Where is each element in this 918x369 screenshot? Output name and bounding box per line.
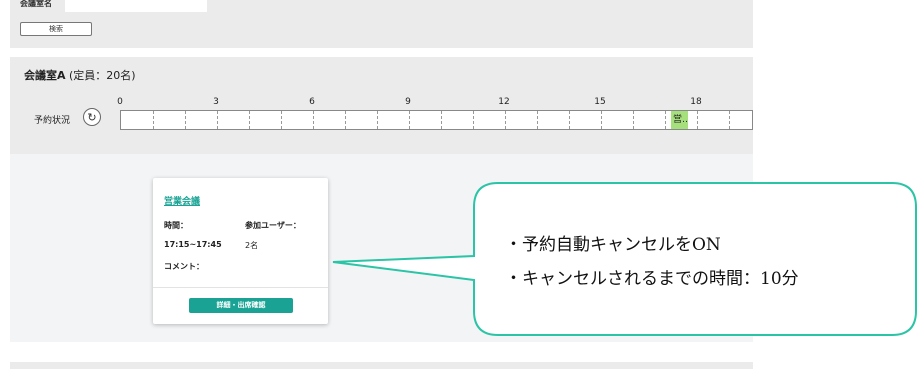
callout-bubble <box>332 182 917 336</box>
callout-line-1: ・予約自動キャンセルをON <box>505 235 721 255</box>
callout-text: ・予約自動キャンセルをON ・キャンセルされるまでの時間：10分 <box>505 228 799 296</box>
callout-line-2: ・キャンセルされるまでの時間：10分 <box>505 269 799 289</box>
